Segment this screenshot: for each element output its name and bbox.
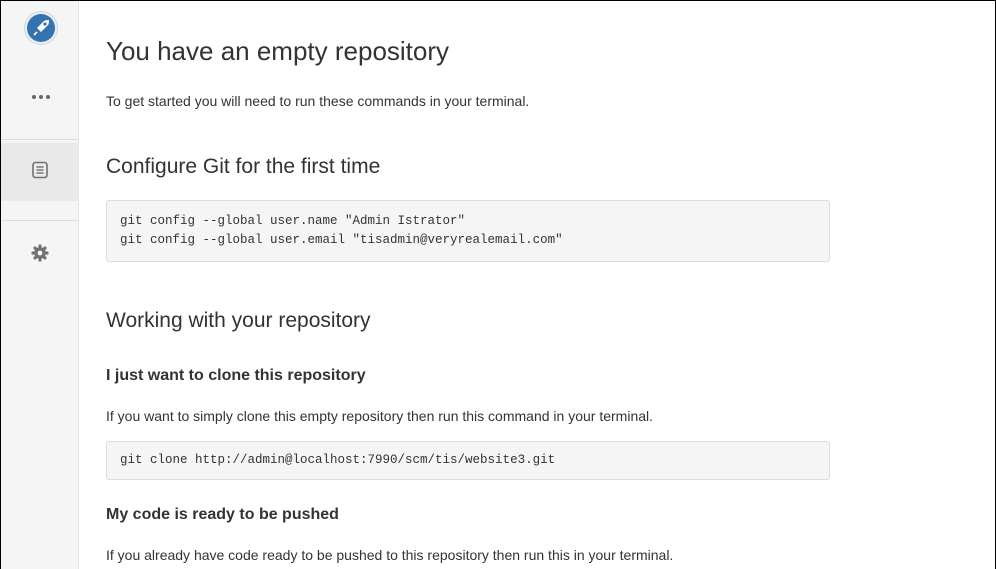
configure-heading: Configure Git for the first time (106, 155, 381, 178)
file-list-icon (31, 161, 49, 184)
page-title: You have an empty repository (106, 36, 450, 66)
intro-text: To get started you will need to run thes… (106, 93, 530, 109)
push-text: If you already have code ready to be pus… (106, 547, 674, 563)
configure-code-block[interactable]: git config --global user.name "Admin Ist… (106, 200, 830, 262)
clone-code-block[interactable]: git clone http://admin@localhost:7990/sc… (106, 441, 830, 480)
code-line: git config --global user.email "tisadmin… (120, 233, 563, 247)
gear-icon (31, 244, 49, 267)
sidebar (1, 1, 79, 569)
code-line: git config --global user.name "Admin Ist… (120, 214, 466, 228)
sidebar-divider (1, 139, 79, 140)
code-line: git clone http://admin@localhost:7990/sc… (120, 453, 556, 467)
sidebar-item-source[interactable] (1, 143, 79, 201)
sidebar-item-settings[interactable] (1, 226, 79, 284)
working-heading: Working with your repository (106, 309, 371, 332)
rocket-logo-icon[interactable] (24, 11, 58, 45)
sidebar-divider (1, 220, 79, 221)
window-frame (0, 0, 996, 569)
clone-heading: I just want to clone this repository (106, 367, 366, 384)
push-heading: My code is ready to be pushed (106, 506, 339, 523)
ellipsis-icon[interactable] (25, 85, 57, 109)
clone-text: If you want to simply clone this empty r… (106, 408, 654, 424)
